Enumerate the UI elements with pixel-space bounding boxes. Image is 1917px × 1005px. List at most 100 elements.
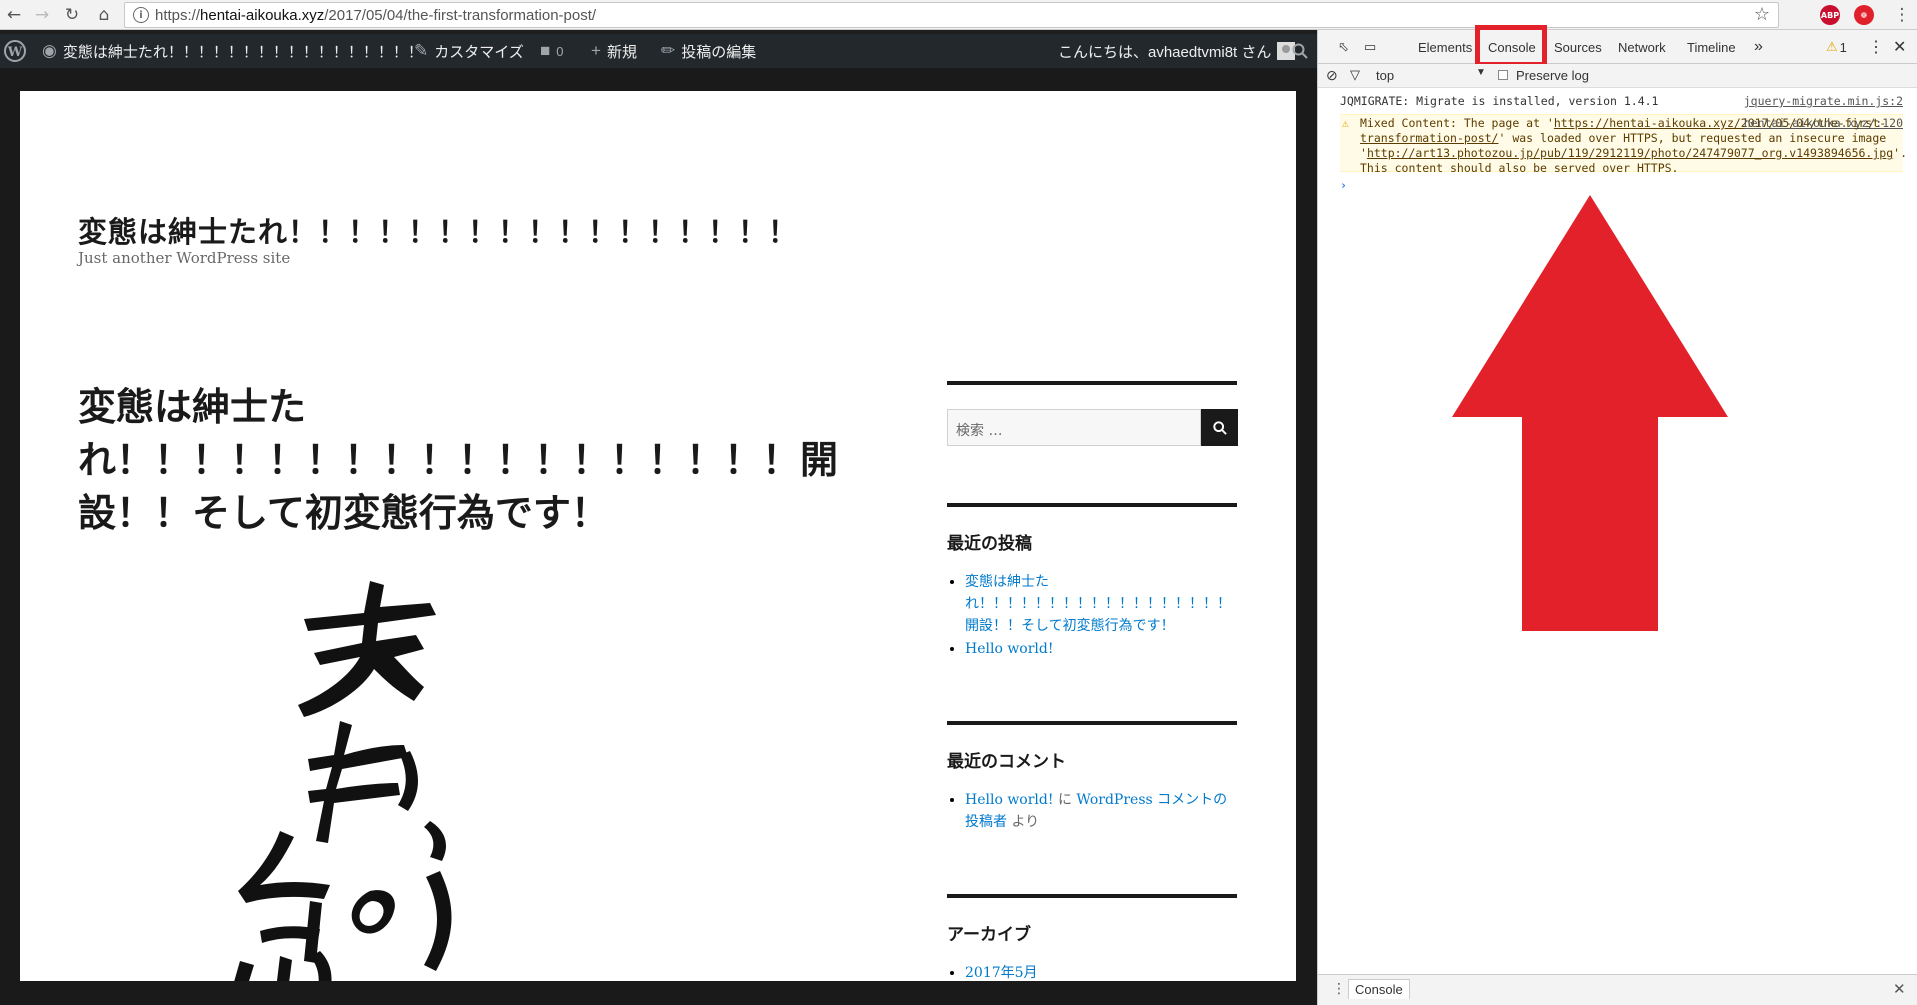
widget-rule <box>947 503 1237 507</box>
tab-network[interactable]: Network <box>1618 30 1666 64</box>
admin-search-icon[interactable] <box>1292 34 1308 68</box>
customize-link[interactable]: ✎ カスタマイズ <box>414 34 524 68</box>
widget-rule <box>947 894 1237 898</box>
brush-icon: ✎ <box>414 41 429 60</box>
edit-post-link[interactable]: ✏ 投稿の編集 <box>661 34 756 68</box>
preserve-log-checkbox[interactable] <box>1498 70 1508 80</box>
list-item: 2017年5月 <box>965 962 1240 981</box>
message-text: Mixed Content: The page at ' <box>1360 116 1554 130</box>
back-icon[interactable]: ← <box>2 3 26 27</box>
recent-post-link[interactable]: Hello world! <box>965 641 1054 657</box>
home-icon[interactable]: ⌂ <box>92 3 116 27</box>
console-prompt[interactable]: › <box>1340 178 1903 193</box>
adblock-icon[interactable]: ABP <box>1820 5 1840 25</box>
search-input[interactable]: 検索 … <box>947 409 1201 446</box>
message-source-link[interactable]: hentai-aikouka.xyz/:120 <box>1744 116 1903 131</box>
inspect-element-icon[interactable]: ⬁ <box>1338 30 1349 64</box>
admin-site-link[interactable]: ◉ 変態は紳士たれ！！！！！！！！！！！！！！！！！ <box>42 34 423 68</box>
svg-text:W: W <box>7 45 23 60</box>
reload-icon[interactable]: ↻ <box>60 3 84 27</box>
chevron-down-icon[interactable]: ▼ <box>1476 67 1486 78</box>
clear-console-icon[interactable]: ⊘ <box>1326 67 1338 84</box>
list-item: Hello world! <box>965 638 1240 660</box>
filter-icon[interactable]: ▽ <box>1350 67 1360 83</box>
comment-by-text: より <box>1011 814 1040 830</box>
console-tab-highlight <box>1475 25 1547 67</box>
site-content: 変態は紳士たれ！！！！！！！！！！！！！！！！！ Just another Wo… <box>20 91 1296 981</box>
site-title[interactable]: 変態は紳士たれ！！！！！！！！！！！！！！！！！ <box>78 209 798 251</box>
post-title: 変態は紳士たれ！！！！！！！！！！！！！！！！！！開設！！そして初変態行為です！ <box>78 385 839 535</box>
widget-rule <box>947 721 1237 725</box>
browser-toolbar: ← → ↻ ⌂ i https://hentai-aikouka.xyz/201… <box>0 0 1917 30</box>
tab-timeline[interactable]: Timeline <box>1687 30 1736 64</box>
new-label: 新規 <box>606 43 637 61</box>
list-item: Hello world! に WordPress コメントの投稿者 より <box>965 789 1240 833</box>
drawer-tab-console[interactable]: Console <box>1348 979 1410 999</box>
search-icon <box>1212 420 1227 435</box>
tab-sources[interactable]: Sources <box>1554 30 1602 64</box>
close-devtools-icon[interactable]: ✕ <box>1893 30 1906 64</box>
devtools-tabbar: ⬁ ▭ Elements Console Sources Network Tim… <box>1318 25 1917 67</box>
archive-link[interactable]: 2017年5月 <box>965 965 1038 981</box>
my-account-link[interactable]: こんにちは、avhaedtvmi8t さん <box>1058 34 1296 68</box>
url-path: /2017/05/04/the-first-transformation-pos… <box>324 7 597 24</box>
adblock-label: ABP <box>1820 10 1840 20</box>
admin-site-name: 変態は紳士たれ！！！！！！！！！！！！！！！！！ <box>62 43 423 61</box>
wp-admin-bar: W ◉ 変態は紳士たれ！！！！！！！！！！！！！！！！！ ✎ カスタマイズ ■ … <box>0 34 1317 68</box>
site-tagline: Just another WordPress site <box>78 249 291 267</box>
menu-kebab-icon[interactable]: ⋮ <box>1890 3 1914 27</box>
console-warning-message: ⚠ hentai-aikouka.xyz/:120 Mixed Content:… <box>1340 114 1907 175</box>
customize-label: カスタマイズ <box>434 43 524 61</box>
comments-count: 0 <box>556 43 564 59</box>
recent-post-link[interactable]: 変態は紳士たれ！！！！！！！！！！！！！！！！！！開設！！そして初変態行為です！ <box>965 574 1231 634</box>
recent-comments-title: 最近のコメント <box>947 752 1066 772</box>
warning-badge[interactable]: ⚠ 1 <box>1826 30 1847 64</box>
widget-rule <box>947 381 1237 385</box>
edit-post-label: 投稿の編集 <box>681 43 757 61</box>
archives-list: 2017年5月 <box>965 962 1240 981</box>
comment-post-link[interactable]: Hello world! <box>965 792 1054 808</box>
info-icon[interactable]: i <box>133 7 149 23</box>
image-url-link[interactable]: http://art13.photozou.jp/pub/119/2912119… <box>1367 146 1893 160</box>
plus-icon: + <box>591 41 601 60</box>
comment-bubble-icon: ■ <box>540 41 551 60</box>
search-submit-button[interactable] <box>1201 409 1238 446</box>
greeting-text: こんにちは、avhaedtvmi8t さん <box>1058 43 1272 61</box>
post-calligraphy-image <box>234 581 452 981</box>
wordpress-logo-icon[interactable]: W <box>4 34 26 68</box>
dashboard-icon: ◉ <box>42 41 57 60</box>
close-drawer-icon[interactable]: ✕ <box>1893 980 1906 998</box>
devtools-menu-icon[interactable]: ⋮ <box>1868 30 1884 64</box>
warning-icon: ⚠ <box>1342 116 1349 130</box>
devtools-drawer: ⋮ Console ✕ <box>1318 974 1917 1005</box>
context-select[interactable]: top <box>1376 68 1394 83</box>
drawer-menu-icon[interactable]: ⋮ <box>1332 981 1346 997</box>
more-tabs-icon[interactable]: » <box>1754 30 1763 64</box>
tab-elements[interactable]: Elements <box>1418 30 1472 64</box>
console-toolbar: ⊘ ▽ top ▼ Preserve log <box>1318 64 1917 88</box>
warning-icon: ⚠ <box>1826 39 1838 54</box>
bookmark-star-icon[interactable]: ☆ <box>1754 4 1770 25</box>
extension-icon[interactable]: ❁ <box>1854 5 1874 25</box>
message-text: JQMIGRATE: Migrate is installed, version… <box>1340 94 1659 108</box>
url-scheme: https:// <box>155 7 201 24</box>
page-background: 変態は紳士たれ！！！！！！！！！！！！！！！！！ Just another Wo… <box>0 68 1317 1005</box>
comment-on-text: に <box>1057 792 1072 808</box>
url-host: hentai-aikouka.xyz <box>200 7 325 24</box>
recent-posts-title: 最近の投稿 <box>947 534 1032 554</box>
forward-icon[interactable]: → <box>30 3 54 27</box>
list-item: 変態は紳士たれ！！！！！！！！！！！！！！！！！！開設！！そして初変態行為です！ <box>965 571 1240 637</box>
url-text[interactable]: https://hentai-aikouka.xyz/2017/05/04/th… <box>155 7 596 24</box>
new-content-link[interactable]: + 新規 <box>591 34 637 68</box>
console-message: JQMIGRATE: Migrate is installed, version… <box>1340 94 1903 110</box>
red-arrow-annotation <box>1452 195 1728 631</box>
archives-title: アーカイブ <box>947 925 1031 945</box>
device-toolbar-icon[interactable]: ▭ <box>1364 30 1376 64</box>
message-source-link[interactable]: jquery-migrate.min.js:2 <box>1744 94 1903 109</box>
preserve-log-label: Preserve log <box>1516 68 1589 83</box>
recent-comments-list: Hello world! に WordPress コメントの投稿者 より <box>965 789 1240 834</box>
recent-posts-list: 変態は紳士たれ！！！！！！！！！！！！！！！！！！開設！！そして初変態行為です！… <box>965 571 1240 661</box>
comments-link[interactable]: ■ 0 <box>540 34 564 68</box>
warning-count: 1 <box>1839 39 1847 55</box>
pencil-icon: ✏ <box>661 41 676 60</box>
